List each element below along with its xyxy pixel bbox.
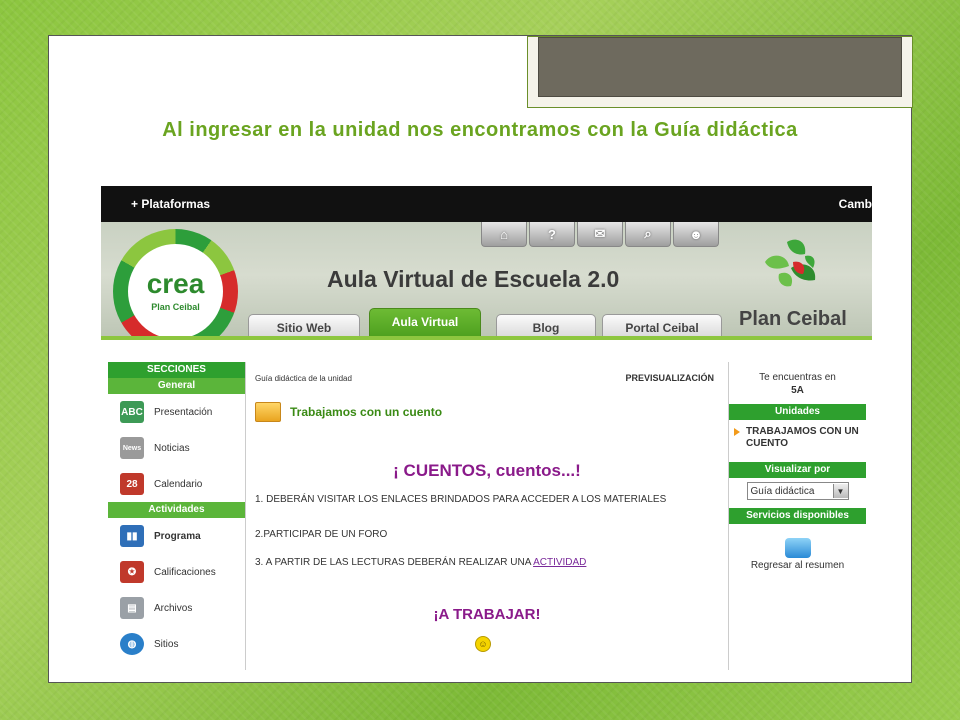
crea-logo-text: crea: [146, 268, 205, 299]
return-label: Regresar al resumen: [750, 560, 845, 571]
folder-icon: [255, 402, 281, 422]
left-sidebar: SECCIONES General ABC Presentación News …: [108, 362, 246, 670]
main-content: Guía didáctica de la unidad PREVISUALIZA…: [246, 362, 728, 670]
location-block: Te encuentras en 5A: [729, 362, 866, 404]
nav-item-label: Presentación: [154, 406, 213, 418]
instruction-1: 1. DEBERÁN VISITAR LOS ENLACES BRINDADOS…: [255, 494, 667, 505]
unit-list-item-label: TRABAJAMOS CON UN CUENTO: [746, 426, 859, 449]
unit-list-item[interactable]: TRABAJAMOS CON UN CUENTO: [729, 420, 866, 456]
page-content: SECCIONES General ABC Presentación News …: [101, 340, 872, 670]
activity-link[interactable]: ACTIVIDAD: [533, 557, 586, 568]
photo-frame: [527, 36, 913, 108]
file-icon: ▤: [120, 597, 144, 619]
instruction-2: 2.PARTICIPAR DE UN FORO: [255, 529, 388, 540]
site-title: Aula Virtual de Escuela 2.0: [327, 266, 620, 292]
plan-ceibal-logo-text: Plan Ceibal: [739, 308, 847, 330]
view-by-header: Visualizar por: [729, 462, 866, 478]
nav-item-archivos[interactable]: ▤ Archivos: [108, 590, 245, 626]
closing-heading: ¡A TRABAJAR!: [433, 606, 541, 623]
right-sidebar: Te encuentras en 5A Unidades TRABAJAMOS …: [728, 362, 866, 670]
inbox-icon[interactable]: ✉: [577, 222, 623, 247]
services-header: Servicios disponibles: [729, 508, 866, 524]
view-by-selected: Guía didáctica: [750, 485, 815, 497]
presentation-icon: ABC: [120, 401, 144, 423]
smiley-icon: ☺: [475, 636, 491, 652]
sections-header: SECCIONES: [108, 362, 245, 378]
nav-item-presentacion[interactable]: ABC Presentación: [108, 394, 245, 430]
return-icon: [784, 538, 811, 558]
instruction-3: 3. A PARTIR DE LAS LECTURAS DEBERÁN REAL…: [255, 556, 675, 569]
photo-placeholder: [538, 37, 902, 97]
slide-title: Al ingresar en la unidad nos encontramos…: [162, 119, 798, 141]
chevron-down-icon: ▼: [832, 484, 848, 498]
location-label: Te encuentras en: [759, 372, 836, 383]
globe-icon: ◍: [120, 633, 144, 655]
guide-heading: ¡ CUENTOS, cuentos...!: [393, 461, 581, 480]
platforms-menu[interactable]: + Plataformas: [131, 197, 210, 211]
nav-item-label: Programa: [154, 530, 201, 542]
nav-item-calificaciones[interactable]: ✪ Calificaciones: [108, 554, 245, 590]
plan-ceibal-logo[interactable]: Plan Ceibal: [735, 234, 847, 334]
instruction-3-text: 3. A PARTIR DE LAS LECTURAS DEBERÁN REAL…: [255, 557, 534, 568]
screenshot: + Plataformas Camb ⌂ ? ✉ ⌕ ☻ crea Plan C…: [101, 186, 872, 670]
top-bar: + Plataformas Camb: [101, 186, 872, 222]
award-icon: ✪: [120, 561, 144, 583]
calendar-icon: 28: [120, 473, 144, 495]
nav-item-noticias[interactable]: News Noticias: [108, 430, 245, 466]
icon-toolbar: ⌂ ? ✉ ⌕ ☻: [481, 222, 721, 248]
nav-item-label: Sitios: [154, 638, 179, 650]
unit-title-text: Trabajamos con un cuento: [290, 405, 443, 419]
breadcrumb[interactable]: Guía didáctica de la unidad: [255, 374, 352, 383]
return-to-summary[interactable]: Regresar al resumen: [729, 538, 866, 571]
nav-item-calendario[interactable]: 28 Calendario: [108, 466, 245, 502]
plan-ceibal-mark-icon: [765, 239, 816, 287]
nav-item-programa[interactable]: ▮▮ Programa: [108, 518, 245, 554]
site-banner: ⌂ ? ✉ ⌕ ☻ crea Plan Ceibal Aula Virtual …: [101, 222, 872, 354]
help-icon[interactable]: ?: [529, 222, 575, 247]
home-icon[interactable]: ⌂: [481, 222, 527, 247]
news-icon: News: [120, 437, 144, 459]
units-header: Unidades: [729, 404, 866, 420]
top-right-link[interactable]: Camb: [839, 197, 872, 211]
crea-logo-subtext: Plan Ceibal: [151, 302, 200, 312]
preview-label: PREVISUALIZACIÓN: [625, 373, 714, 383]
nav-item-sitios[interactable]: ◍ Sitios: [108, 626, 245, 662]
unit-title: Trabajamos con un cuento: [255, 402, 442, 422]
view-by-select[interactable]: Guía didáctica ▼: [746, 482, 849, 500]
user-icon[interactable]: ☻: [673, 222, 719, 247]
activities-header: Actividades: [108, 502, 245, 518]
general-header: General: [108, 378, 245, 394]
location-value: 5A: [791, 385, 804, 396]
nav-item-label: Archivos: [154, 602, 193, 614]
crea-logo-center: crea Plan Ceibal: [128, 244, 223, 339]
nav-item-label: Calificaciones: [154, 566, 216, 578]
search-icon[interactable]: ⌕: [625, 222, 671, 247]
nav-item-label: Calendario: [154, 478, 203, 490]
nav-item-label: Noticias: [154, 442, 190, 454]
binders-icon: ▮▮: [120, 525, 144, 547]
arrow-right-icon: [734, 428, 740, 436]
